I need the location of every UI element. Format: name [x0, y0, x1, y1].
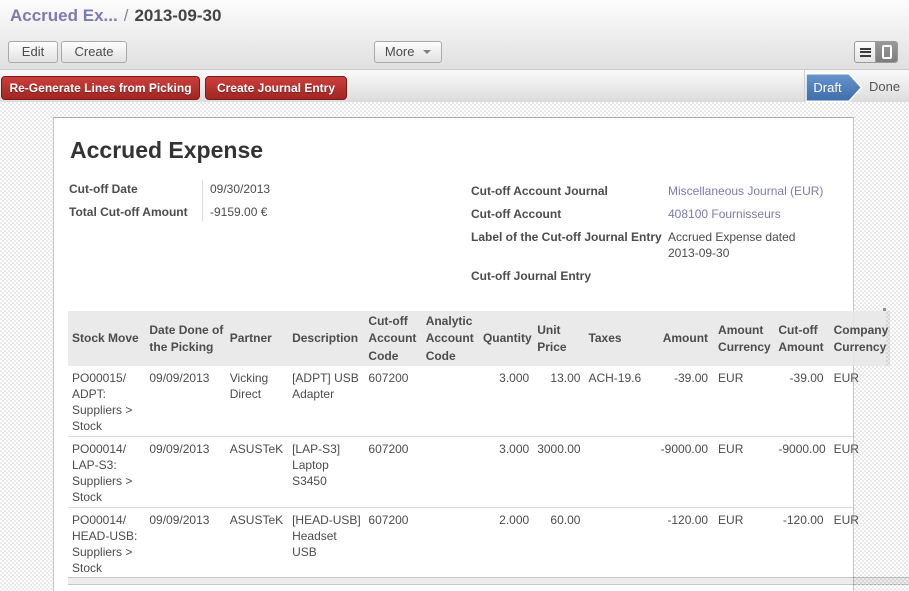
svg-text:Draft: Draft — [813, 80, 842, 95]
